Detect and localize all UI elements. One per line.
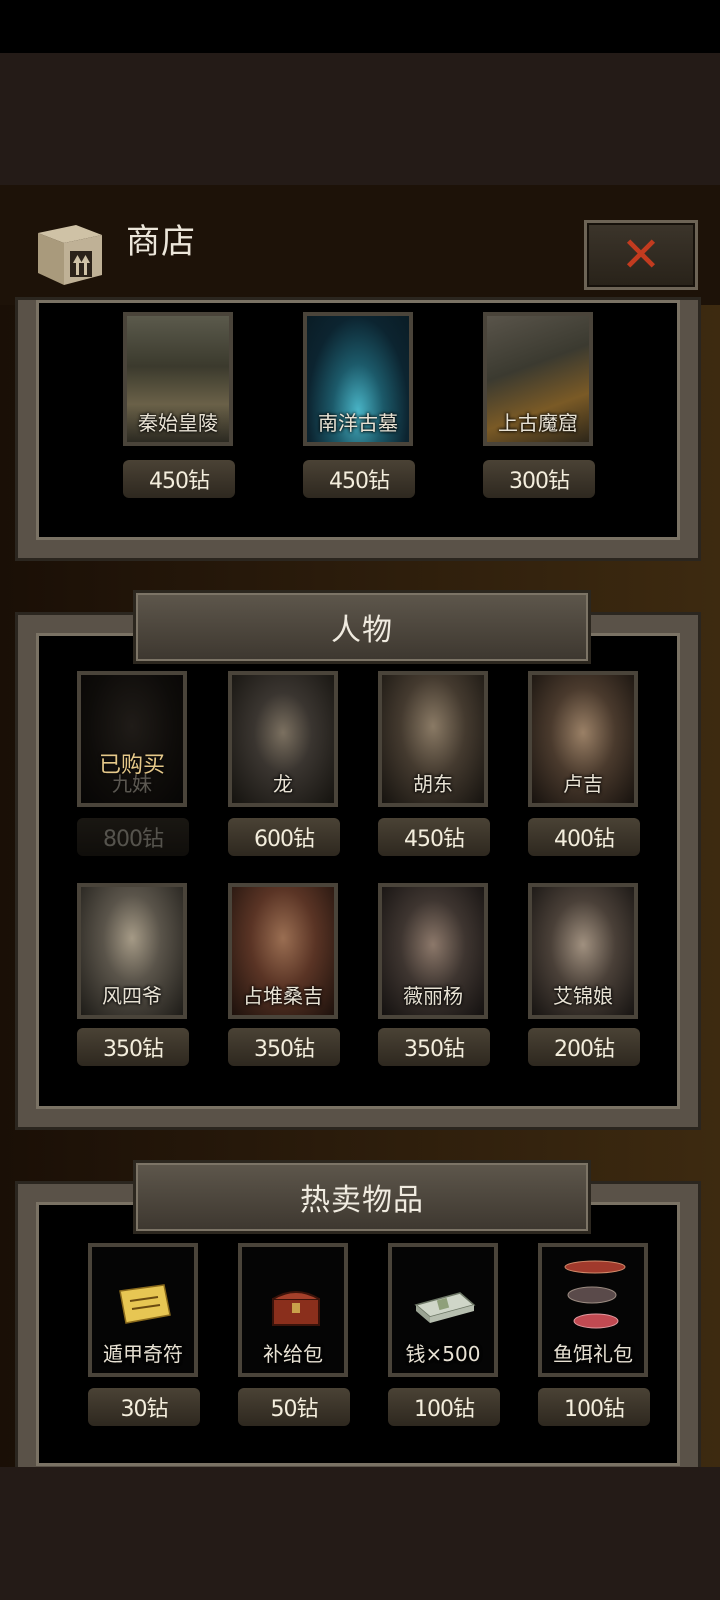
character-price[interactable]: 350钻 bbox=[378, 1028, 490, 1066]
character-card[interactable]: 卢吉 bbox=[528, 671, 638, 807]
item-card[interactable]: 补给包 bbox=[238, 1243, 348, 1377]
character-price[interactable]: 350钻 bbox=[228, 1028, 340, 1066]
scene-name: 上古魔窟 bbox=[498, 411, 578, 435]
cash-stack-icon bbox=[414, 1292, 476, 1323]
item-name: 遁甲奇符 bbox=[103, 1342, 183, 1366]
character-name: 卢吉 bbox=[563, 772, 603, 796]
characters-section-title: 人物 bbox=[133, 590, 591, 664]
character-card[interactable]: 风四爷 bbox=[77, 883, 187, 1019]
item-name: 补给包 bbox=[263, 1342, 323, 1366]
scene-card[interactable]: 南洋古墓 bbox=[303, 312, 413, 446]
character-card[interactable]: 已购买 九妹 bbox=[77, 671, 187, 807]
character-price[interactable]: 350钻 bbox=[77, 1028, 189, 1066]
shop-box-icon bbox=[38, 225, 102, 285]
item-price[interactable]: 50钻 bbox=[238, 1388, 350, 1426]
supply-chest-icon bbox=[272, 1291, 320, 1326]
close-icon: ✕ bbox=[620, 227, 662, 283]
item-price[interactable]: 100钻 bbox=[538, 1388, 650, 1426]
character-price[interactable]: 200钻 bbox=[528, 1028, 640, 1066]
character-name: 艾锦娘 bbox=[553, 984, 613, 1008]
character-card[interactable]: 艾锦娘 bbox=[528, 883, 638, 1019]
close-button[interactable]: ✕ bbox=[584, 220, 698, 290]
character-card[interactable]: 胡东 bbox=[378, 671, 488, 807]
scene-name: 秦始皇陵 bbox=[138, 411, 218, 435]
scene-card[interactable]: 上古魔窟 bbox=[483, 312, 593, 446]
item-card[interactable]: 遁甲奇符 bbox=[88, 1243, 198, 1377]
character-price[interactable]: 400钻 bbox=[528, 818, 640, 856]
item-name: 钱×500 bbox=[405, 1342, 481, 1366]
character-card[interactable]: 占堆桑吉 bbox=[228, 883, 338, 1019]
hot-items-section-title: 热卖物品 bbox=[133, 1160, 591, 1234]
scene-price[interactable]: 450钻 bbox=[123, 460, 235, 498]
scene-name: 南洋古墓 bbox=[318, 411, 398, 435]
character-price[interactable]: 450钻 bbox=[378, 818, 490, 856]
shop-title: 商店 bbox=[126, 222, 196, 262]
character-price: 800钻 bbox=[77, 818, 189, 856]
item-price[interactable]: 100钻 bbox=[388, 1388, 500, 1426]
item-price[interactable]: 30钻 bbox=[88, 1388, 200, 1426]
item-card[interactable]: 鱼饵礼包 bbox=[538, 1243, 648, 1377]
bottom-area bbox=[0, 1467, 720, 1600]
fishing-lure-icon bbox=[564, 1260, 626, 1329]
character-card[interactable]: 薇丽杨 bbox=[378, 883, 488, 1019]
character-name: 九妹 bbox=[112, 772, 152, 796]
character-card[interactable]: 龙 bbox=[228, 671, 338, 807]
scene-price[interactable]: 450钻 bbox=[303, 460, 415, 498]
scene-card[interactable]: 秦始皇陵 bbox=[123, 312, 233, 446]
character-name: 风四爷 bbox=[102, 984, 162, 1008]
character-name: 薇丽杨 bbox=[403, 984, 463, 1008]
character-name: 占堆桑吉 bbox=[243, 984, 323, 1008]
scene-price[interactable]: 300钻 bbox=[483, 460, 595, 498]
character-name: 龙 bbox=[273, 772, 293, 796]
status-bar bbox=[0, 0, 720, 53]
character-price[interactable]: 600钻 bbox=[228, 818, 340, 856]
item-card[interactable]: 钱×500 bbox=[388, 1243, 498, 1377]
item-name: 鱼饵礼包 bbox=[553, 1342, 633, 1366]
talisman-icon bbox=[119, 1284, 171, 1324]
character-name: 胡东 bbox=[413, 772, 453, 796]
